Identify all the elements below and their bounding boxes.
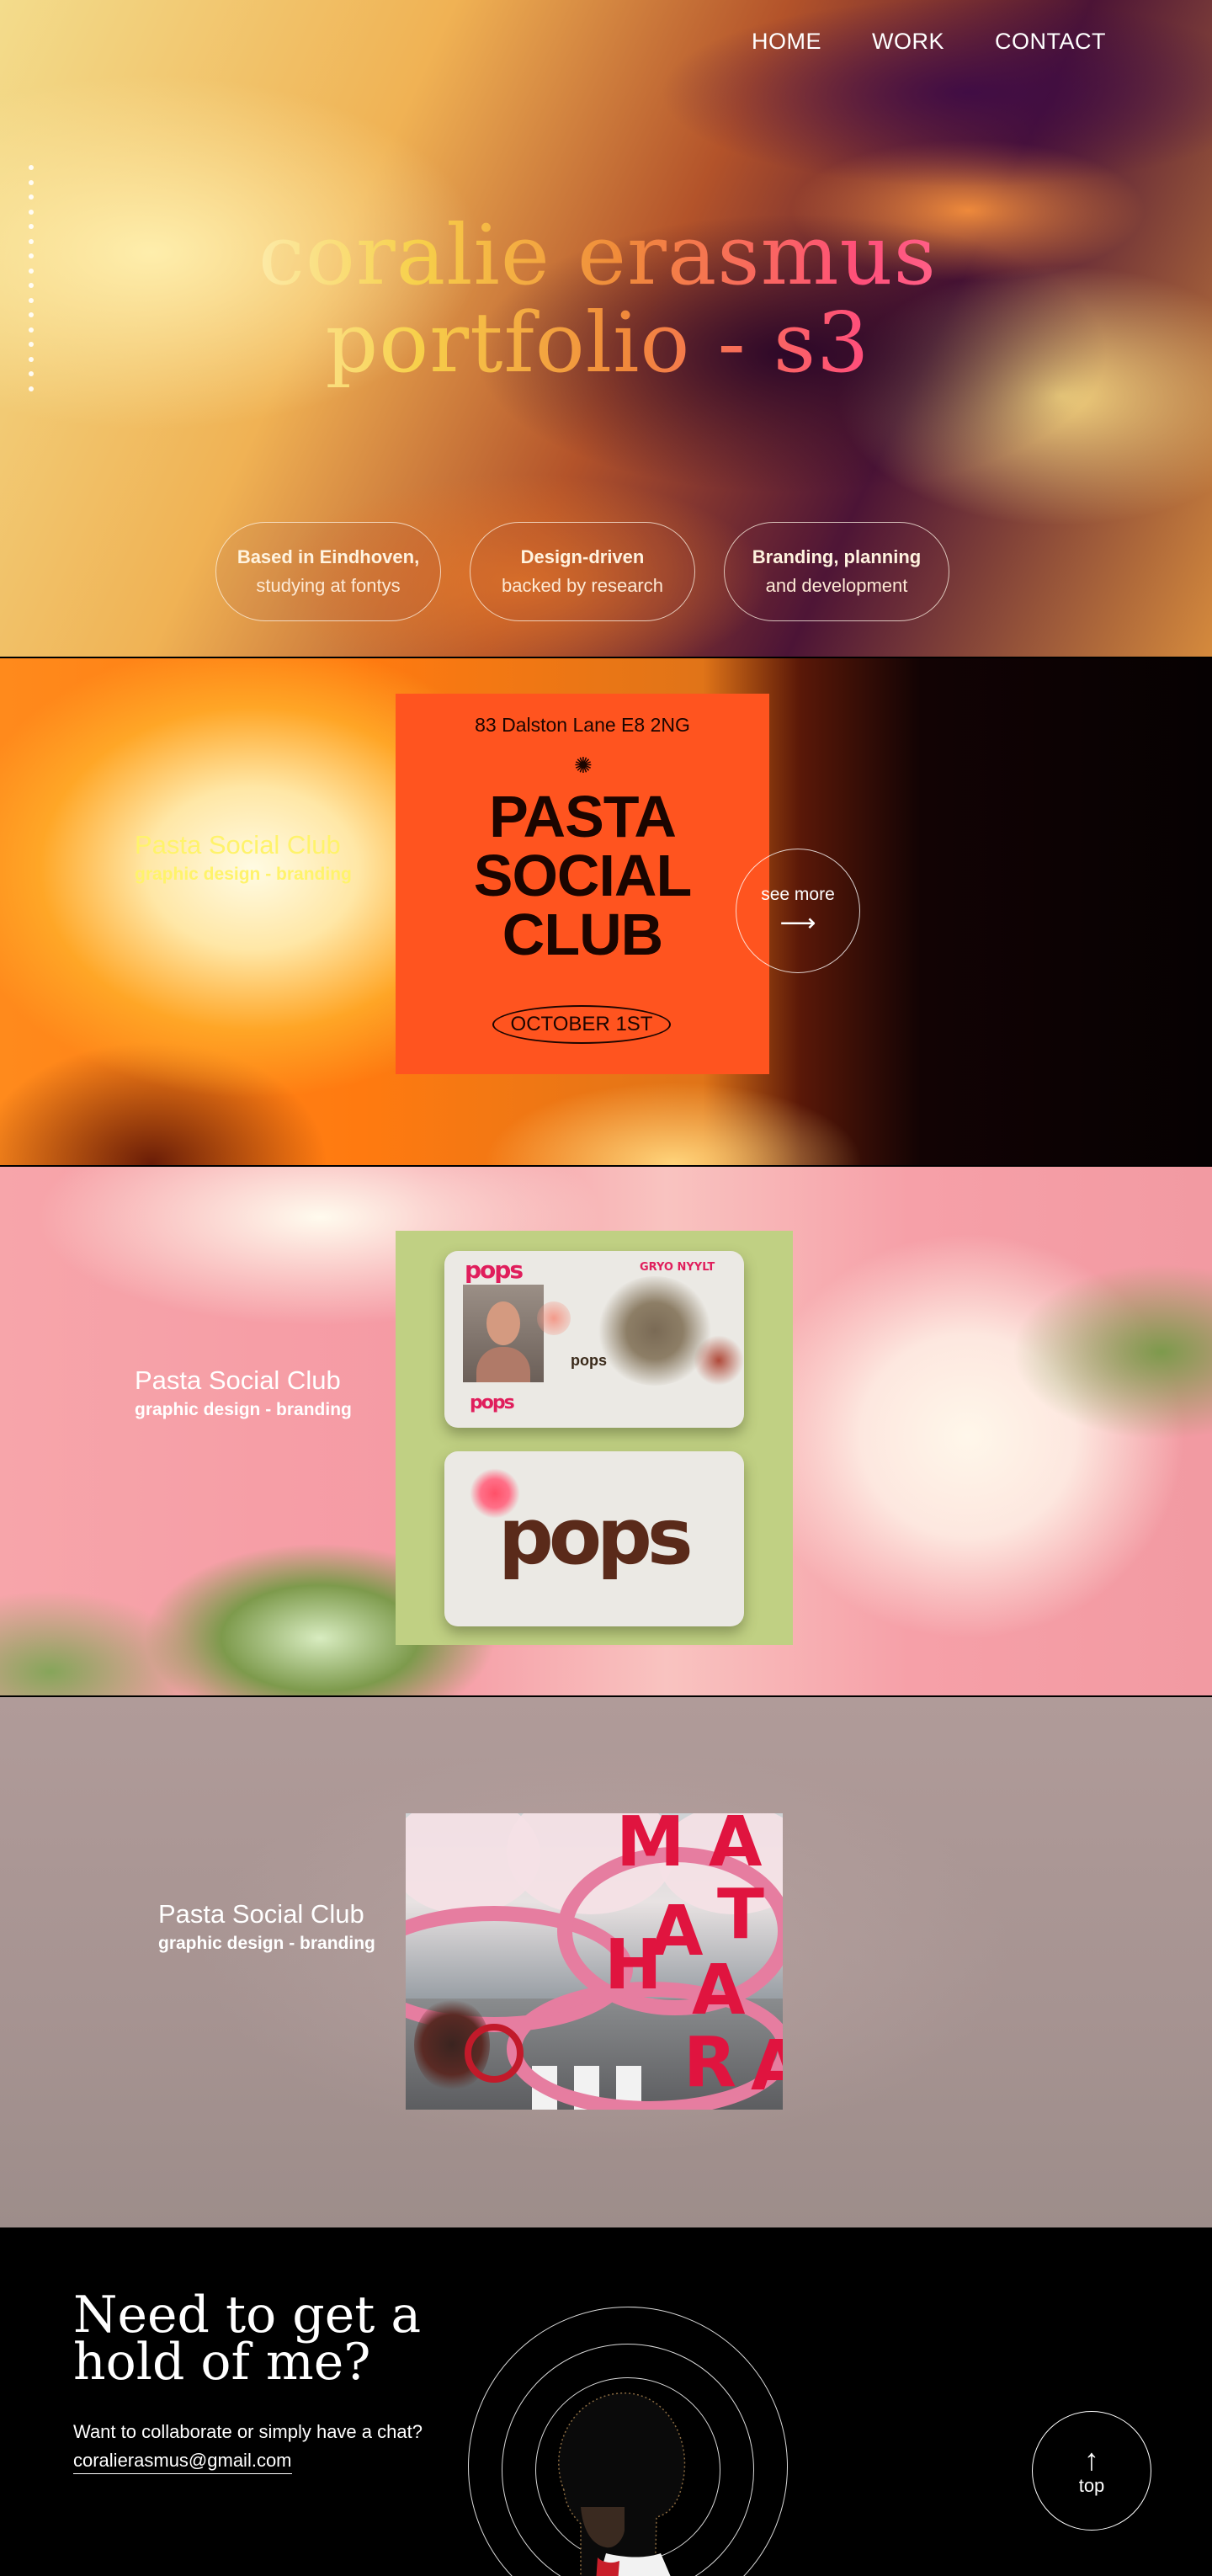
letter-5: H — [604, 1925, 662, 2005]
contact-footer: Need to get a hold of me? Want to collab… — [0, 2229, 1212, 2576]
letter-7: R — [683, 2023, 737, 2103]
star-icon: ✺ — [574, 753, 593, 778]
poster-date-oval: OCTOBER 1ST — [492, 1005, 671, 1044]
email-link[interactable]: coralierasmus@gmail.com — [73, 2450, 292, 2474]
nav-home[interactable]: HOME — [752, 29, 821, 55]
id-card-back: pops — [444, 1451, 744, 1626]
poster-line-1: PASTA — [489, 784, 677, 849]
project-2-subtitle: graphic design - branding — [135, 1400, 352, 1419]
project-2-title[interactable]: Pasta Social Club — [135, 1365, 341, 1396]
hero-title-line2: portfolio - s3 — [325, 295, 870, 391]
project-1-image[interactable]: 83 Dalston Lane E8 2NG ✺ PASTA SOCIAL CL… — [396, 694, 769, 1074]
letter-6: A — [692, 1951, 746, 2030]
poster-date: OCTOBER 1ST — [510, 1013, 653, 1035]
id-top-label: GRYO NYYLT — [640, 1261, 715, 1274]
see-more-button[interactable]: see more ⟶ — [736, 849, 860, 973]
pill-design-bold: Design-driven — [520, 546, 645, 567]
project-2-image[interactable]: pops GRYO NYYLT pops pops pops — [396, 1231, 793, 1645]
pops-big-logo: pops — [498, 1492, 694, 1582]
see-more-label: see more — [761, 884, 835, 904]
poster-line-3: CLUB — [502, 902, 663, 967]
pill-design-text: backed by research — [502, 575, 663, 596]
arrow-right-icon: ⟶ — [779, 908, 816, 937]
hero-pills: Based in Eindhoven, studying at fontys D… — [215, 522, 949, 621]
footer-title: Need to get a hold of me? — [73, 2286, 422, 2392]
project-3-subtitle: graphic design - branding — [158, 1934, 375, 1953]
pill-location: Based in Eindhoven, studying at fontys — [215, 522, 441, 621]
letter-2: A — [709, 1813, 763, 1882]
pill-branding-bold: Branding, planning — [752, 546, 922, 567]
letter-3: T — [717, 1875, 764, 1955]
id-card-front: pops GRYO NYYLT pops pops — [444, 1251, 744, 1428]
back-to-top-button[interactable]: ↑ top — [1032, 2411, 1151, 2531]
hero-section: HOME WORK CONTACT coralie erasmus portfo… — [0, 0, 1212, 657]
footer-text: Want to collaborate or simply have a cha… — [73, 2421, 423, 2442]
nav-contact[interactable]: CONTACT — [995, 29, 1106, 55]
poster-address: 83 Dalston Lane E8 2NG — [475, 714, 690, 736]
id-photo — [463, 1285, 544, 1382]
top-label: top — [1078, 2475, 1105, 2496]
main-nav: HOME WORK CONTACT — [752, 29, 1106, 55]
hero-title-line1: coralie erasmus — [258, 208, 937, 304]
letter-1: M — [616, 1813, 685, 1882]
pill-location-text: studying at fontys — [256, 575, 401, 596]
project-2-section: Pasta Social Club graphic design - brand… — [0, 1167, 1212, 1695]
project-1-subtitle: graphic design - branding — [135, 865, 352, 884]
project-3-image[interactable]: M A T A H A R A — [406, 1813, 783, 2110]
portrait-image — [558, 2392, 686, 2576]
nav-work[interactable]: WORK — [872, 29, 944, 55]
project-3-title[interactable]: Pasta Social Club — [158, 1899, 364, 1929]
pops-bottom-logo: pops — [470, 1392, 515, 1413]
project-3-section: Pasta Social Club graphic design - brand… — [0, 1697, 1212, 2227]
project-1-title[interactable]: Pasta Social Club — [135, 830, 341, 860]
pill-location-bold: Based in Eindhoven, — [237, 546, 420, 567]
letter-8: A — [751, 2026, 783, 2106]
poster-line-2: SOCIAL — [473, 843, 692, 908]
pops-small-logo: pops — [465, 1256, 524, 1284]
pill-branding: Branding, planning and development — [724, 522, 949, 621]
hero-title: coralie erasmus portfolio - s3 — [0, 212, 1195, 387]
pill-design: Design-driven backed by research — [470, 522, 695, 621]
project-1-section: Pasta Social Club graphic design - brand… — [0, 658, 1212, 1165]
pill-branding-text: and development — [765, 575, 908, 596]
arrow-up-icon: ↑ — [1084, 2442, 1099, 2477]
